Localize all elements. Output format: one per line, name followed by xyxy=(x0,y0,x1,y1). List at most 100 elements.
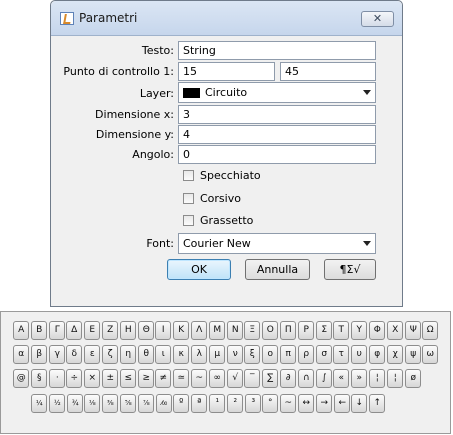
symbol-key[interactable]: Τ xyxy=(333,321,349,340)
symbol-key[interactable]: → xyxy=(316,394,332,413)
symbol-key[interactable]: γ xyxy=(49,345,65,364)
symbol-key[interactable]: ε xyxy=(84,345,100,364)
symbol-key[interactable]: @ xyxy=(13,369,29,388)
symbol-key[interactable]: Π xyxy=(280,321,296,340)
symbol-key[interactable]: ∂ xyxy=(280,369,296,388)
layer-select[interactable]: Circuito xyxy=(178,82,376,103)
ok-button[interactable]: OK xyxy=(167,259,231,280)
symbol-key[interactable]: Δ xyxy=(66,321,82,340)
symbol-key[interactable]: Ο xyxy=(262,321,278,340)
symbol-key[interactable]: Μ xyxy=(209,321,225,340)
symbol-key[interactable]: λ xyxy=(191,345,207,364)
symbol-key[interactable]: Φ xyxy=(369,321,385,340)
symbol-key[interactable]: Α xyxy=(13,321,29,340)
symbol-key[interactable]: ↓ xyxy=(351,394,367,413)
symbol-key[interactable]: ρ xyxy=(298,345,314,364)
symbol-key[interactable]: Ι xyxy=(155,321,171,340)
symbol-key[interactable]: Ξ xyxy=(244,321,260,340)
symbol-key[interactable]: θ xyxy=(138,345,154,364)
symbol-key[interactable]: ζ xyxy=(102,345,118,364)
symbol-key[interactable]: ¹ xyxy=(209,394,225,413)
symbol-key[interactable]: Χ xyxy=(387,321,403,340)
symbol-key[interactable]: ∞ xyxy=(209,369,225,388)
symbol-key[interactable]: Ζ xyxy=(102,321,118,340)
corsivo-checkbox[interactable] xyxy=(183,193,194,204)
symbol-key[interactable]: ο xyxy=(262,345,278,364)
dimensione-x-input[interactable]: 3 xyxy=(178,105,376,124)
punto-x-input[interactable]: 15 xyxy=(178,62,275,81)
angolo-input[interactable]: 0 xyxy=(178,145,376,164)
symbol-key[interactable]: ‾ xyxy=(244,369,260,388)
symbol-key[interactable]: × xyxy=(84,369,100,388)
symbol-key[interactable]: ⅝ xyxy=(120,394,136,413)
symbol-key[interactable]: § xyxy=(31,369,47,388)
specchiato-checkbox[interactable] xyxy=(183,170,194,181)
symbol-key[interactable]: ≠ xyxy=(155,369,171,388)
symbol-key[interactable]: Ν xyxy=(227,321,243,340)
symbol-key[interactable]: ~ xyxy=(280,394,296,413)
symbol-key[interactable]: ≥ xyxy=(138,369,154,388)
symbol-key[interactable]: ¦ xyxy=(387,369,403,388)
font-select[interactable]: Courier New xyxy=(178,233,376,254)
symbol-key[interactable]: Λ xyxy=(191,321,207,340)
symbol-key[interactable]: º xyxy=(173,394,189,413)
symbol-key[interactable]: ½ xyxy=(49,394,65,413)
symbol-key[interactable]: υ xyxy=(351,345,367,364)
symbol-key[interactable]: ∑ xyxy=(262,369,278,388)
symbol-key[interactable]: ¦ xyxy=(369,369,385,388)
symbol-key[interactable]: Β xyxy=(31,321,47,340)
symbol-key[interactable]: Η xyxy=(120,321,136,340)
symbol-key[interactable]: ² xyxy=(227,394,243,413)
testo-input[interactable]: String xyxy=(178,41,376,60)
symbol-key[interactable]: Ω xyxy=(422,321,438,340)
symbol-key[interactable]: ν xyxy=(227,345,243,364)
symbol-key[interactable]: π xyxy=(280,345,296,364)
symbol-key[interactable]: ↔ xyxy=(298,394,314,413)
symbol-key[interactable]: ⅜ xyxy=(102,394,118,413)
symbol-key[interactable]: ← xyxy=(334,394,350,413)
symbol-key[interactable]: ⅞ xyxy=(138,394,154,413)
symbol-key[interactable]: ξ xyxy=(244,345,260,364)
symbol-key[interactable]: ι xyxy=(155,345,171,364)
symbols-button[interactable]: ¶Σ√ xyxy=(324,259,376,280)
symbol-key[interactable]: β xyxy=(31,345,47,364)
symbol-key[interactable]: Ε xyxy=(84,321,100,340)
symbol-key[interactable]: Κ xyxy=(173,321,189,340)
symbol-key[interactable]: Υ xyxy=(351,321,367,340)
symbol-key[interactable]: κ xyxy=(173,345,189,364)
symbol-key[interactable]: Σ xyxy=(316,321,332,340)
symbol-key[interactable]: ⅛ xyxy=(84,394,100,413)
symbol-key[interactable]: Ρ xyxy=(298,321,314,340)
symbol-key[interactable]: ω xyxy=(422,345,438,364)
grassetto-checkbox[interactable] xyxy=(183,215,194,226)
symbol-key[interactable]: Ψ xyxy=(405,321,421,340)
symbol-key[interactable]: ≃ xyxy=(173,369,189,388)
symbol-key[interactable]: ~ xyxy=(191,369,207,388)
symbol-key[interactable]: τ xyxy=(333,345,349,364)
symbol-key[interactable]: ¾ xyxy=(67,394,83,413)
dimensione-y-input[interactable]: 4 xyxy=(178,125,376,144)
symbol-key[interactable]: · xyxy=(49,369,65,388)
title-bar[interactable]: Parametri ✕ xyxy=(51,1,402,36)
symbol-key[interactable]: α xyxy=(13,345,29,364)
symbol-key[interactable]: ° xyxy=(262,394,278,413)
symbol-key[interactable]: ± xyxy=(102,369,118,388)
symbol-key[interactable]: « xyxy=(333,369,349,388)
symbol-key[interactable]: Γ xyxy=(49,321,65,340)
symbol-key[interactable]: √ xyxy=(227,369,243,388)
symbol-key[interactable]: Θ xyxy=(138,321,154,340)
symbol-key[interactable]: ³ xyxy=(245,394,261,413)
symbol-key[interactable]: φ xyxy=(369,345,385,364)
symbol-key[interactable]: ø xyxy=(405,369,421,388)
close-button[interactable]: ✕ xyxy=(361,11,394,27)
symbol-key[interactable]: ⁄₀₀ xyxy=(156,394,172,413)
symbol-key[interactable]: σ xyxy=(316,345,332,364)
symbol-key[interactable]: χ xyxy=(387,345,403,364)
symbol-key[interactable]: δ xyxy=(66,345,82,364)
annulla-button[interactable]: Annulla xyxy=(245,259,310,280)
symbol-key[interactable]: » xyxy=(351,369,367,388)
symbol-key[interactable]: η xyxy=(120,345,136,364)
punto-y-input[interactable]: 45 xyxy=(280,62,376,81)
symbol-key[interactable]: ≤ xyxy=(120,369,136,388)
symbol-key[interactable]: ψ xyxy=(405,345,421,364)
